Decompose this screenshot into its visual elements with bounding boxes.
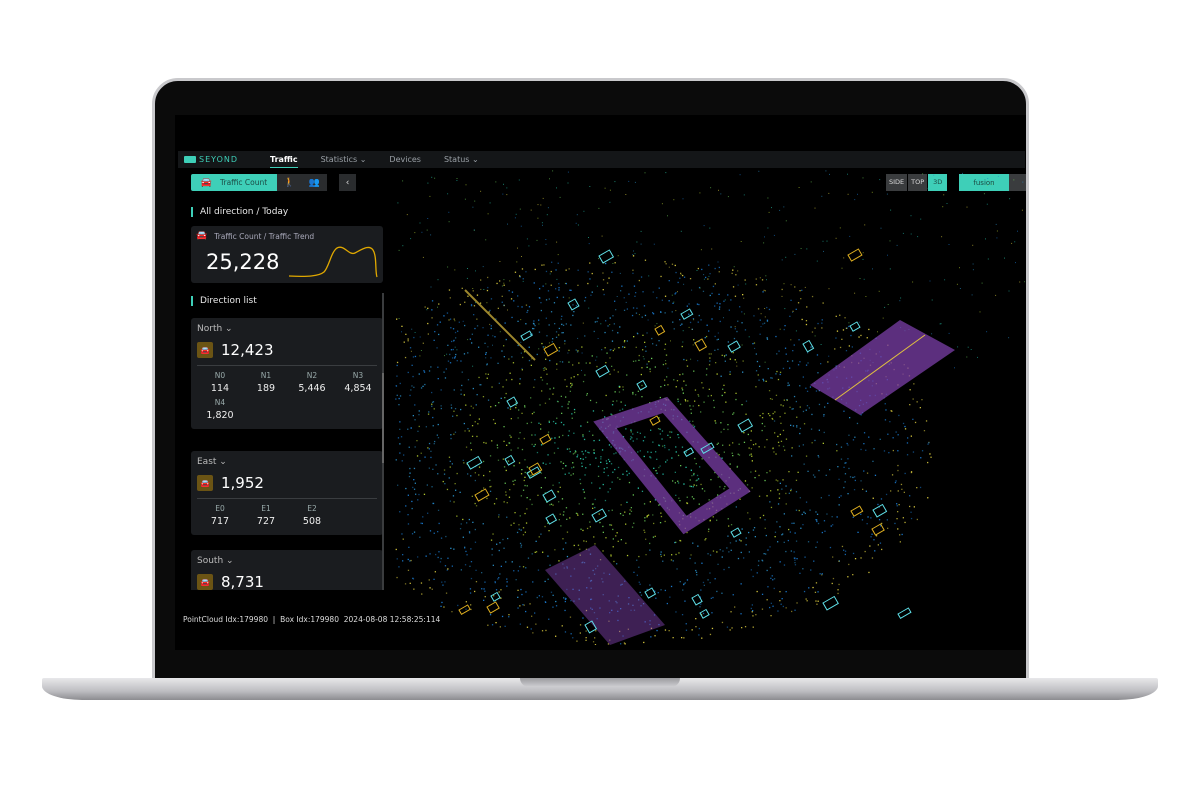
- direction-name[interactable]: North ⌄: [197, 324, 377, 334]
- divider: [197, 365, 377, 366]
- lane-stat: N4 1,820: [206, 398, 234, 421]
- mode-bar: 🚘 Traffic Count 🚶 👥: [191, 174, 327, 191]
- total-count: 25,228: [206, 250, 280, 274]
- logo: SEYOND: [184, 155, 270, 164]
- lane-stat: E2 508: [302, 504, 322, 527]
- group-icon: 👥: [308, 177, 321, 188]
- lane-stat: E1 727: [256, 504, 276, 527]
- direction-name[interactable]: East ⌄: [197, 457, 377, 467]
- collapse-panel-button[interactable]: ‹: [339, 174, 356, 191]
- direction-card[interactable]: East ⌄ 🚘 1,952 E0 717 E1 727 E2 508: [191, 451, 383, 535]
- traffic-trend-card[interactable]: 🚘 Traffic Count / Traffic Trend 25,228: [191, 226, 383, 283]
- lane-stat: N0 114: [210, 371, 230, 394]
- card-title: Traffic Count / Traffic Trend: [214, 231, 315, 241]
- direction-card[interactable]: South ⌄ 🚘 8,731: [191, 550, 383, 590]
- point-cloud-view[interactable]: [395, 170, 1025, 645]
- divider: [197, 498, 377, 499]
- status-bar: PointCloud Idx:179980 | Box Idx:179980 2…: [183, 615, 441, 624]
- summary-title: All direction / Today: [191, 207, 288, 217]
- direction-total: 12,423: [221, 341, 274, 359]
- laptop-notch: [520, 678, 680, 687]
- top-nav: SEYOND Traffic Statistics ⌄ Devices Stat…: [178, 151, 1025, 168]
- tab-traffic[interactable]: Traffic: [270, 151, 298, 168]
- lane-stat: N1 189: [256, 371, 276, 394]
- pedestrian-button[interactable]: 🚶: [277, 174, 302, 191]
- car-icon: 🚘: [196, 231, 208, 241]
- direction-list-scrollbar[interactable]: [382, 293, 384, 590]
- car-icon: 🚘: [197, 475, 213, 491]
- direction-card[interactable]: North ⌄ 🚘 12,423 N0 114 N1 189 N2 5,446 N3 4,854 N…: [191, 318, 383, 429]
- traffic-count-button[interactable]: 🚘 Traffic Count: [191, 174, 277, 191]
- lane-stat: N3 4,854: [344, 371, 372, 394]
- car-icon: 🚘: [197, 342, 213, 358]
- car-icon: 🚘: [197, 574, 213, 590]
- direction-list: North ⌄ 🚘 12,423 N0 114 N1 189 N2 5,446 N3 4,854 N…: [175, 300, 390, 590]
- lane-stat: E0 717: [210, 504, 230, 527]
- tab-devices[interactable]: Devices: [389, 151, 421, 168]
- trend-sparkline: [289, 246, 378, 278]
- pedestrian-icon: 🚶: [283, 177, 296, 188]
- tab-statistics[interactable]: Statistics ⌄: [321, 151, 367, 168]
- tab-status[interactable]: Status ⌄: [444, 151, 479, 168]
- group-button[interactable]: 👥: [302, 174, 327, 191]
- app-screen: SEYOND Traffic Statistics ⌄ Devices Stat…: [175, 115, 1026, 650]
- direction-total: 1,952: [221, 474, 264, 492]
- direction-total: 8,731: [221, 573, 264, 590]
- lane-stat: N2 5,446: [298, 371, 326, 394]
- car-icon: 🚘: [200, 177, 212, 188]
- direction-name[interactable]: South ⌄: [197, 556, 377, 566]
